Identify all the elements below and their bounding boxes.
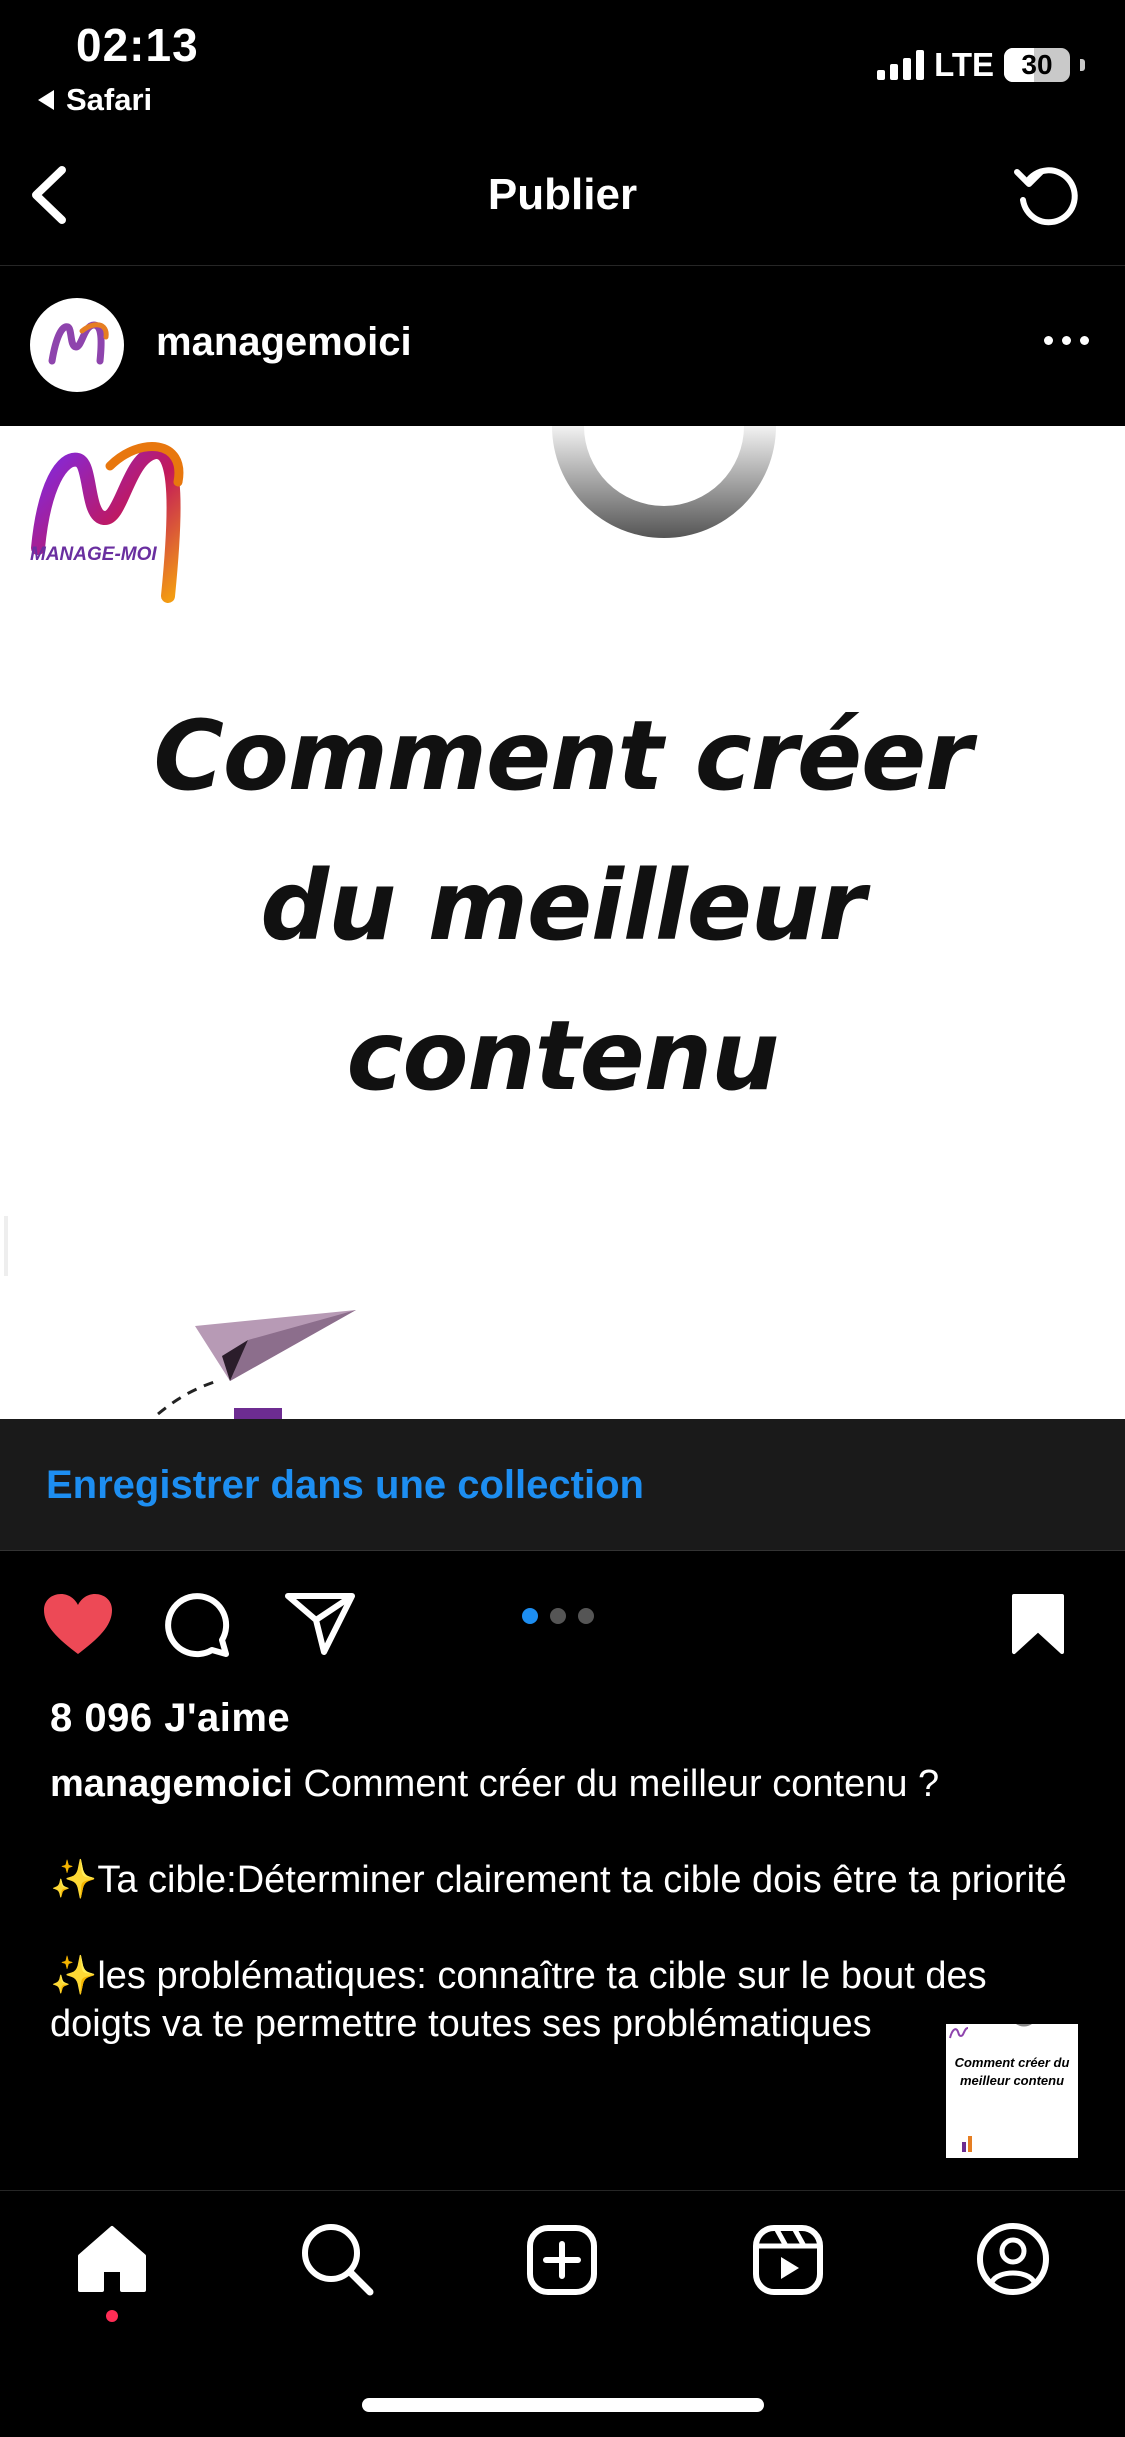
like-count[interactable]: 8 096 J'aime bbox=[50, 1696, 290, 1741]
back-to-safari[interactable]: Safari bbox=[36, 82, 152, 118]
caption-title: Comment créer du meilleur contenu ? bbox=[303, 1763, 940, 1805]
search-icon[interactable] bbox=[300, 2222, 374, 2296]
post-headline: Comment créer du meilleur contenu bbox=[0, 681, 1125, 1131]
profile-icon[interactable] bbox=[976, 2222, 1050, 2296]
save-collection-bar[interactable]: Enregistrer dans une collection bbox=[0, 1419, 1125, 1551]
page-title: Publier bbox=[487, 170, 638, 219]
back-triangle-icon bbox=[38, 90, 54, 110]
status-indicators: LTE 30 bbox=[877, 46, 1085, 84]
home-icon[interactable] bbox=[76, 2224, 148, 2294]
carousel-dot bbox=[550, 1608, 566, 1624]
headline-line: du meilleur bbox=[260, 850, 865, 962]
home-indicator bbox=[362, 2398, 764, 2412]
post-caption: managemoici Comment créer du meilleur co… bbox=[50, 1760, 1080, 2190]
bookmark-icon[interactable] bbox=[1010, 1592, 1066, 1656]
caption-paragraph: ✨les problématiques: connaître ta cible … bbox=[50, 1955, 987, 2045]
post-image[interactable]: MANAGE-MOI Comment créer du meilleur con… bbox=[0, 426, 1125, 1419]
heart-icon[interactable] bbox=[40, 1590, 116, 1658]
header-divider bbox=[0, 265, 1125, 266]
carousel-dot bbox=[578, 1608, 594, 1624]
refresh-icon[interactable] bbox=[1011, 160, 1083, 232]
post-thumbnail[interactable]: Comment créer du meilleur contenu bbox=[946, 2024, 1078, 2158]
caption-paragraph: ✨Ta cible:Déterminer clairement ta cible… bbox=[50, 1859, 1067, 1901]
carousel-dot-active bbox=[522, 1608, 538, 1624]
network-type: LTE bbox=[934, 46, 994, 83]
reels-icon[interactable] bbox=[752, 2224, 824, 2296]
more-icon[interactable] bbox=[1044, 336, 1089, 345]
notification-dot bbox=[106, 2310, 118, 2322]
headline-line: Comment créer bbox=[153, 700, 972, 812]
logo-text: MANAGE-MOI bbox=[30, 544, 157, 565]
comment-icon[interactable] bbox=[164, 1590, 234, 1660]
battery-icon: 30 bbox=[1004, 48, 1070, 82]
back-app-label: Safari bbox=[66, 82, 153, 117]
carousel-indicator bbox=[522, 1608, 594, 1624]
caption-username[interactable]: managemoici bbox=[50, 1763, 293, 1805]
signal-icon bbox=[877, 50, 925, 80]
post-username[interactable]: managemoici bbox=[156, 320, 412, 365]
save-collection-link[interactable]: Enregistrer dans une collection bbox=[46, 1463, 644, 1508]
create-icon[interactable] bbox=[526, 2224, 598, 2296]
share-icon[interactable] bbox=[284, 1590, 356, 1656]
headline-line: contenu bbox=[346, 1000, 780, 1112]
status-time: 02:13 bbox=[76, 19, 199, 71]
manage-moi-logo-icon bbox=[48, 321, 109, 365]
avatar[interactable] bbox=[30, 298, 124, 392]
